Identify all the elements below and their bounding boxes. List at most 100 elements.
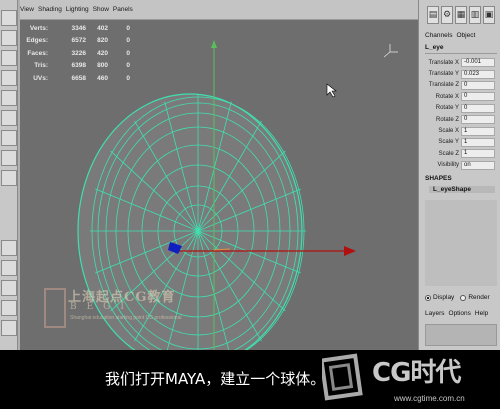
menu-help[interactable]: Help [475, 310, 488, 317]
attribute-label: Visibility [437, 162, 459, 169]
hud-value: 6572 [71, 37, 86, 45]
layout-single-icon[interactable] [1, 240, 17, 256]
attribute-editor-icon[interactable]: ▤ [427, 6, 439, 24]
outliner-icon[interactable]: ▣ [483, 6, 495, 24]
brand-url: www.cgtime.com.cn [394, 394, 465, 403]
menu-panels[interactable]: Panels [113, 6, 133, 13]
lasso-tool-icon[interactable] [1, 30, 17, 46]
layout-persp-icon[interactable] [1, 280, 17, 296]
paint-tool-icon[interactable] [1, 50, 17, 66]
tool-settings-icon[interactable]: ⚙ [441, 6, 453, 24]
hud-value: 0 [126, 37, 130, 45]
mouse-cursor-icon [326, 83, 337, 98]
menu-show[interactable]: Show [93, 6, 109, 13]
attribute-row: Translate Y 0.023 [425, 68, 497, 79]
move-tool-icon[interactable] [1, 70, 17, 86]
selected-object-name[interactable]: L_eye [425, 44, 497, 54]
hud-label: Verts: [29, 24, 48, 32]
attribute-value-field[interactable]: 0 [461, 115, 495, 125]
layout-four-icon[interactable] [1, 260, 17, 276]
attribute-value-field[interactable]: 1 [461, 137, 495, 147]
attribute-list: Translate X -0.001 Translate Y 0.023 Transla… [425, 57, 497, 171]
attribute-label: Translate X [428, 59, 459, 66]
attribute-row: Rotate X0 [425, 91, 497, 102]
attribute-value-field[interactable]: 1 [461, 126, 495, 136]
brand-name: CG时代 [372, 358, 461, 388]
radio-label: Display [433, 294, 455, 301]
hud-value: 420 [97, 49, 108, 57]
hud-label: Edges: [26, 37, 48, 45]
hud-row-tris: Tris: 6398 800 0 [22, 60, 130, 73]
menu-lighting[interactable]: Lighting [66, 6, 89, 13]
school-watermark: 上海起点CG教育 BEGI Shanghai education startin… [44, 286, 212, 332]
attribute-label: Translate Y [428, 71, 459, 78]
hud-label: UVs: [33, 74, 48, 82]
attribute-row: Rotate Z0 [425, 114, 497, 125]
hud-row-verts: Verts: 3346 402 0 [22, 22, 130, 35]
x-axis-arrow [344, 246, 356, 256]
rotate-tool-icon[interactable] [1, 90, 17, 106]
hud-label: Faces: [27, 49, 48, 57]
attribute-label: Scale X [438, 128, 459, 135]
channel-box-empty-area [425, 200, 497, 286]
attribute-value-field[interactable]: 0.023 [461, 69, 495, 79]
attribute-value-field[interactable]: -0.001 [461, 58, 495, 68]
menu-layers[interactable]: Layers [425, 310, 445, 317]
attribute-value-field[interactable]: 0 [461, 80, 495, 90]
menu-shading[interactable]: Shading [38, 6, 62, 13]
attribute-value-field[interactable]: 0 [461, 92, 495, 102]
shapes-header: SHAPES [425, 175, 452, 182]
watermark-letters: BEGI [70, 302, 134, 312]
scale-tool-icon[interactable] [1, 110, 17, 126]
manipulator-tool-icon[interactable] [1, 130, 17, 146]
menu-view[interactable]: View [20, 6, 34, 13]
layer-editor-icon[interactable]: ▥ [469, 6, 481, 24]
layout-outliner-icon[interactable] [1, 300, 17, 316]
channel-box-icon[interactable]: ▦ [455, 6, 467, 24]
soft-mod-tool-icon[interactable] [1, 150, 17, 166]
hud-row-edges: Edges: 6572 820 0 [22, 35, 130, 48]
attribute-value-field[interactable]: 1 [461, 149, 495, 159]
watermark-subtitle: Shanghai education starting point CG pro… [70, 315, 182, 321]
hud-value: 6398 [71, 62, 86, 70]
display-radio[interactable]: Display [425, 294, 454, 301]
tab-channels[interactable]: Channels [425, 32, 452, 39]
layer-list[interactable] [425, 324, 497, 346]
hud-value: 6658 [71, 74, 86, 82]
subtitle-text: 我们打开MAYA，建立一个球体。 [105, 370, 326, 388]
radio-label: Render [468, 294, 490, 301]
last-tool-icon[interactable] [1, 170, 17, 186]
poly-count-hud: Verts: 3346 402 0 Edges: 6572 820 0 Face… [22, 22, 130, 85]
view-axis-gizmo [383, 44, 398, 58]
y-axis-arrow [211, 40, 217, 48]
attribute-label: Rotate X [435, 93, 459, 100]
attribute-row: Visibility on [425, 160, 497, 171]
hud-value: 0 [126, 62, 130, 70]
render-radio[interactable]: Render [460, 294, 490, 301]
hud-label: Tris: [34, 62, 48, 70]
hud-value: 0 [126, 74, 130, 82]
layout-graph-icon[interactable] [1, 320, 17, 336]
attribute-value-field[interactable]: on [461, 160, 495, 170]
shape-node-name[interactable]: L_eyeShape [429, 186, 495, 193]
seal-stamp [44, 288, 66, 328]
attribute-row: Translate Z0 [425, 80, 497, 91]
perspective-viewport[interactable]: View Shading Lighting Show Panels Verts:… [20, 0, 418, 350]
tab-object[interactable]: Object [456, 32, 475, 39]
menu-options[interactable]: Options [449, 310, 471, 317]
attribute-label: Translate Z [428, 82, 459, 89]
hud-value: 0 [126, 24, 130, 32]
attribute-row: Translate X -0.001 [425, 57, 497, 68]
attribute-label: Rotate Y [435, 105, 459, 112]
layer-mode-radios: Display Render [425, 294, 490, 301]
attribute-label: Scale Z [438, 150, 459, 157]
left-toolbox [0, 0, 18, 350]
channel-box-panel: ▤ ⚙ ▦ ▥ ▣ Channels Object L_eye Translat… [418, 0, 500, 350]
select-tool-icon[interactable] [1, 10, 17, 26]
attribute-label: Scale Y [438, 139, 459, 146]
channel-box-tabs: Channels Object [425, 32, 475, 39]
attribute-row: Scale X1 [425, 125, 497, 136]
attribute-value-field[interactable]: 0 [461, 103, 495, 113]
attribute-row: Rotate Y0 [425, 103, 497, 114]
attribute-row: Scale Y1 [425, 137, 497, 148]
